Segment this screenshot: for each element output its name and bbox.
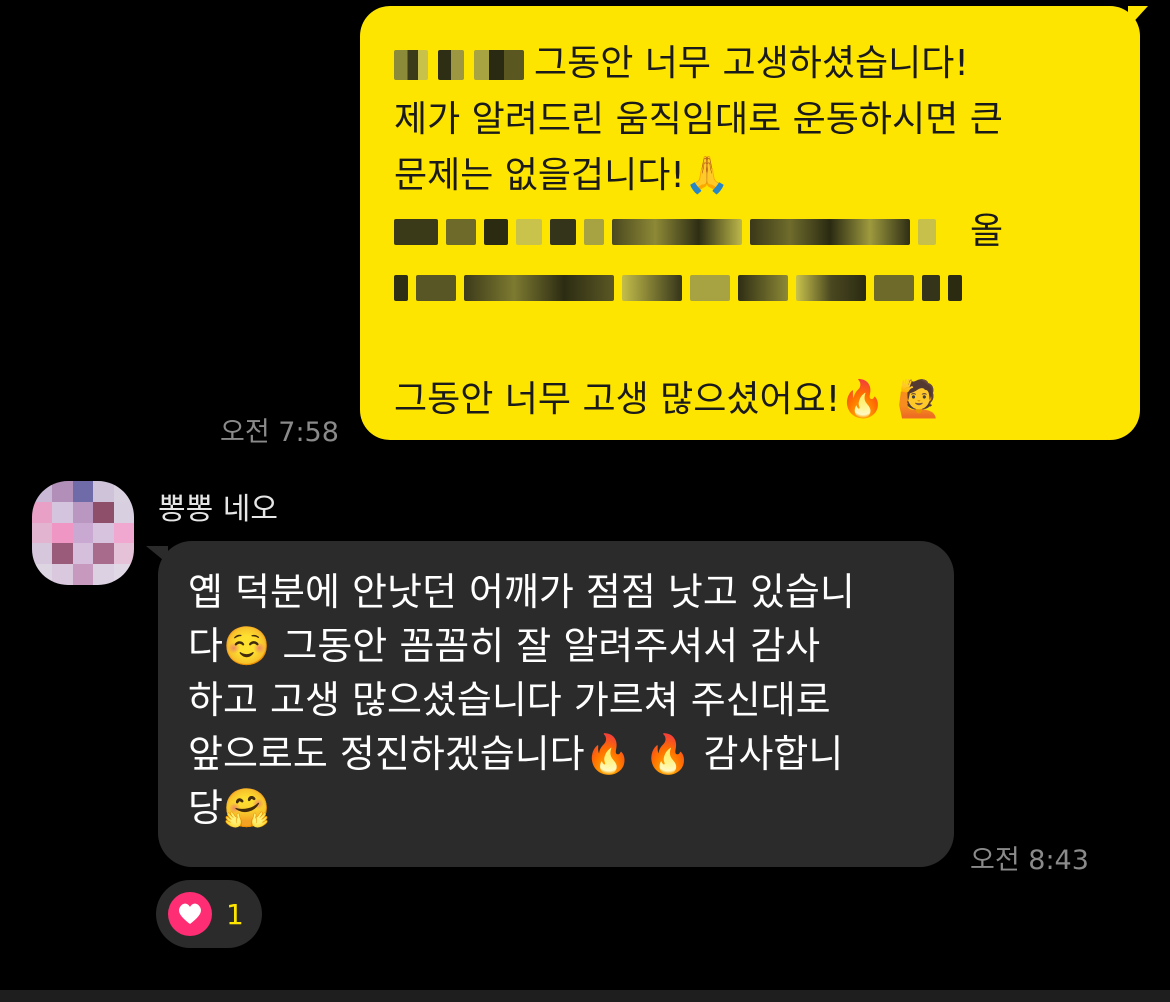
- reaction-count: 1: [226, 897, 244, 931]
- redacted-block: [796, 275, 866, 301]
- incoming-line-5: 당🤗: [188, 781, 924, 835]
- redacted-name-block: [438, 50, 464, 80]
- redacted-block: [464, 275, 614, 301]
- redacted-name-block: [394, 50, 428, 80]
- smiling-face-emoji: ☺️: [222, 624, 271, 668]
- incoming-timestamp: 오전 8:43: [970, 845, 1089, 876]
- incoming-text: 감사합니: [691, 732, 844, 776]
- redacted-block: [874, 275, 914, 301]
- redacted-block: [612, 219, 742, 245]
- sender-name: 뽕뽕 네오: [158, 492, 278, 527]
- redacted-line-2: [394, 260, 1106, 316]
- incoming-line-4: 앞으로도 정진하겠습니다🔥 🔥 감사합니: [188, 727, 924, 781]
- incoming-text: 다: [188, 624, 223, 668]
- outgoing-line-4-tail: 올: [970, 211, 1004, 252]
- outgoing-line-1: 그동안 너무 고생하셨습니다!: [394, 36, 1106, 92]
- outgoing-text: 문제는 없을겁니다!: [394, 155, 685, 196]
- redacted-block: [750, 219, 910, 245]
- incoming-line-1: 옙 덕분에 안낫던 어깨가 점점 낫고 있습니: [188, 570, 855, 614]
- incoming-message-bubble[interactable]: 옙 덕분에 안낫던 어깨가 점점 낫고 있습니 다☺️ 그동안 꼼꼼히 잘 알려…: [158, 541, 954, 867]
- hugging-face-emoji: 🤗: [222, 786, 271, 830]
- redacted-block: [622, 275, 682, 301]
- outgoing-timestamp: 오전 7:58: [220, 417, 339, 448]
- outgoing-line-2: 제가 알려드린 움직임대로 운동하시면 큰: [394, 99, 1003, 140]
- redacted-block: [516, 219, 542, 245]
- outgoing-text: 그동안 너무 고생하셨습니다!: [534, 43, 969, 84]
- redacted-block: [394, 219, 438, 245]
- redacted-block: [416, 275, 456, 301]
- outgoing-text: 그동안 너무 고생 많으셨어요!: [394, 379, 841, 420]
- redacted-block: [922, 275, 940, 301]
- redacted-block: [584, 219, 604, 245]
- outgoing-message-bubble[interactable]: 그동안 너무 고생하셨습니다! 제가 알려드린 움직임대로 운동하시면 큰 문제…: [360, 6, 1140, 440]
- incoming-line-2: 다☺️ 그동안 꼼꼼히 잘 알려주셔서 감사: [188, 619, 924, 673]
- redacted-block: [550, 219, 576, 245]
- outgoing-line-6: 그동안 너무 고생 많으셨어요!🔥 🙋: [394, 372, 1106, 428]
- outgoing-line-3: 문제는 없을겁니다!🙏: [394, 148, 1106, 204]
- incoming-text: 그동안 꼼꼼히 잘 알려주셔서 감사: [270, 624, 821, 668]
- redacted-block: [918, 219, 936, 245]
- reaction-pill[interactable]: 1: [156, 880, 262, 948]
- redacted-block: [738, 275, 788, 301]
- incoming-text: 앞으로도 정진하겠습니다: [188, 732, 585, 776]
- praying-hands-emoji: 🙏: [684, 155, 730, 196]
- redacted-line-1: 올: [394, 204, 1106, 260]
- incoming-line-3: 하고 고생 많으셨습니다 가르쳐 주신대로: [188, 678, 831, 722]
- fire-emoji: 🔥 🔥: [584, 732, 692, 776]
- redacted-block: [446, 219, 476, 245]
- redacted-block: [394, 275, 408, 301]
- heart-icon: [168, 892, 212, 936]
- redacted-block: [484, 219, 508, 245]
- redacted-block: [948, 275, 962, 301]
- bottom-divider: [0, 990, 1170, 1002]
- incoming-text: 당: [188, 786, 223, 830]
- redacted-block: [690, 275, 730, 301]
- avatar[interactable]: [32, 481, 134, 585]
- redacted-name-block: [474, 50, 524, 80]
- fire-and-raising-hand-emoji: 🔥 🙋: [840, 379, 942, 420]
